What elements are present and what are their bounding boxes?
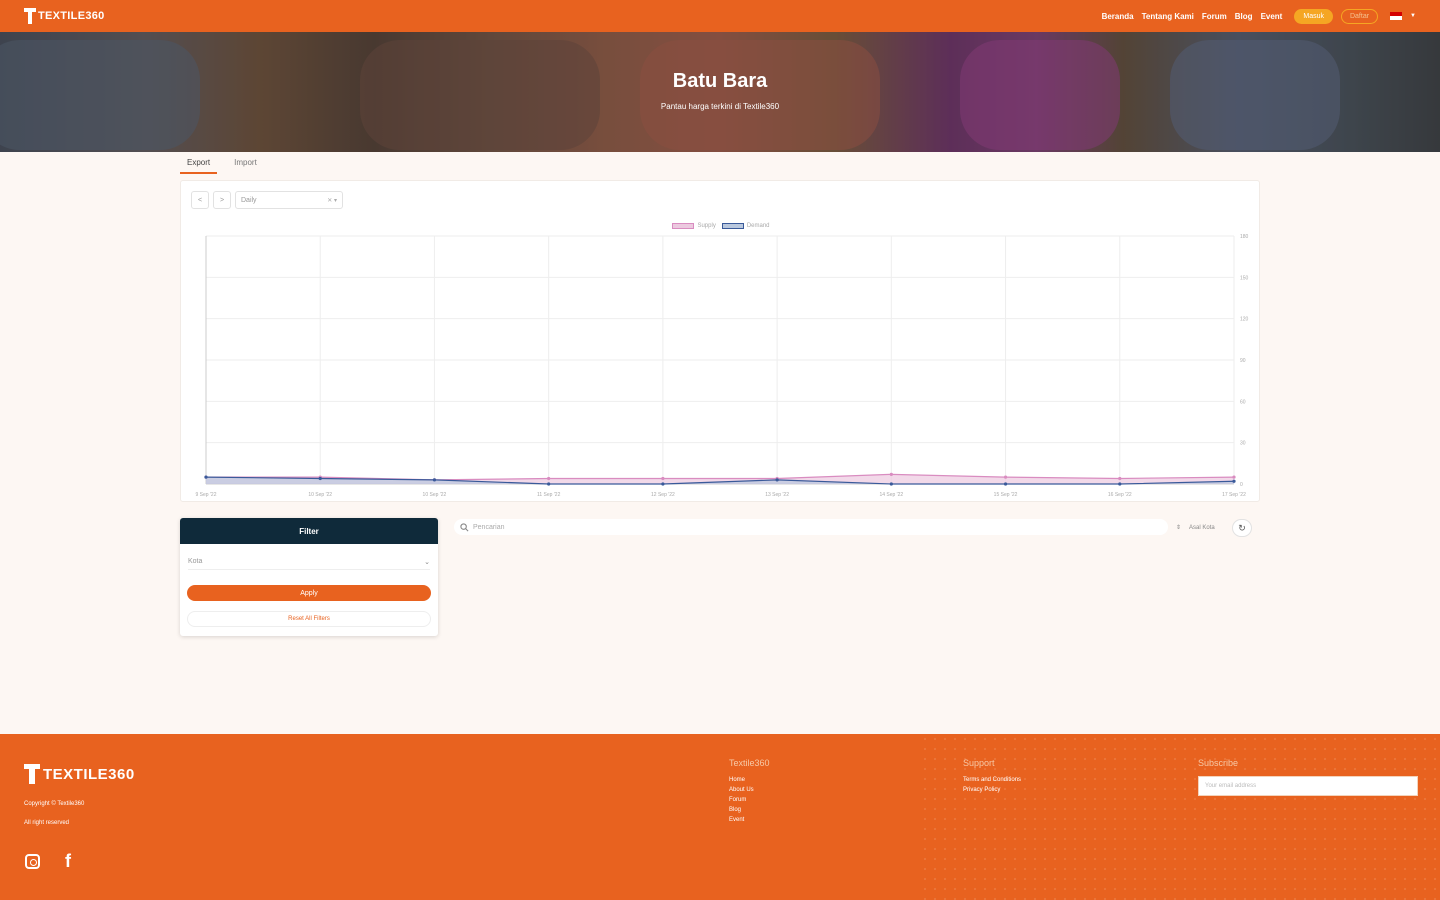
- sort-label: Asal Kota: [1189, 524, 1215, 531]
- y-tick-label: 150: [1240, 275, 1249, 281]
- hero-banner: Batu Bara Pantau harga terkini di Textil…: [0, 32, 1440, 152]
- x-tick-label: 12 Sep '22: [651, 492, 675, 498]
- x-tick-label: 17 Sep '22: [1222, 492, 1246, 498]
- x-tick-label: 13 Sep '22: [765, 492, 789, 498]
- chevron-down-icon: ⌄: [424, 558, 430, 566]
- x-tick-label: 16 Sep '22: [1108, 492, 1132, 498]
- register-button[interactable]: Daftar: [1340, 8, 1379, 24]
- brand-name: TEXTILE360: [38, 10, 105, 22]
- filter-title: Filter: [180, 518, 438, 544]
- data-point-supply: [1232, 475, 1236, 479]
- data-point-demand: [318, 476, 322, 481]
- subscribe-placeholder: Your email address: [1205, 783, 1257, 789]
- data-point-demand: [1003, 482, 1008, 486]
- footer-rights: All right reserved: [24, 820, 70, 826]
- y-tick-label: 90: [1240, 358, 1246, 364]
- top-navbar: TEXTILE360 Beranda Tentang Kami Forum Bl…: [0, 0, 1440, 32]
- footer-link-about-us[interactable]: About Us: [729, 787, 754, 793]
- footer-link-privacy[interactable]: Privacy Policy: [963, 787, 1021, 793]
- footer-link-home[interactable]: Home: [729, 777, 754, 783]
- reset-filters-button[interactable]: Reset All Filters: [187, 611, 431, 627]
- y-tick-label: 0: [1240, 482, 1243, 488]
- footer-links-support: Terms and Conditions Privacy Policy: [963, 777, 1021, 793]
- page-title: Batu Bara: [672, 70, 768, 92]
- footer-links-textile360: Home About Us Forum Blog Event: [729, 777, 754, 823]
- logo-icon: [24, 8, 36, 24]
- footer-col-title-subscribe: Subscribe: [1198, 758, 1239, 768]
- footer-link-forum[interactable]: Forum: [729, 797, 754, 803]
- footer-logo[interactable]: TEXTILE360: [24, 764, 135, 784]
- login-button[interactable]: Masuk: [1294, 8, 1333, 24]
- data-point-demand: [432, 478, 437, 482]
- x-tick-label: 10 Sep '22: [423, 492, 447, 498]
- search-input[interactable]: Pencarian: [454, 519, 1168, 535]
- instagram-icon[interactable]: [24, 852, 40, 870]
- nav-link-beranda[interactable]: Beranda: [1102, 12, 1134, 21]
- x-tick-label: 9 Sep '22: [196, 492, 217, 498]
- data-point-supply: [889, 472, 893, 476]
- x-tick-label: 15 Sep '22: [994, 492, 1018, 498]
- apply-filter-button[interactable]: Apply: [187, 585, 431, 601]
- data-point-demand: [547, 482, 551, 486]
- y-tick-label: 180: [1240, 234, 1249, 240]
- footer-col-title-support: Support: [963, 758, 995, 768]
- data-point-supply: [547, 476, 551, 481]
- nav-menu: Beranda Tentang Kami Forum Blog Event Ma…: [1102, 8, 1416, 24]
- x-tick-label: 11 Sep '22: [537, 492, 561, 498]
- footer-copyright: Copyright © Textile360: [24, 801, 85, 807]
- nav-link-event[interactable]: Event: [1261, 12, 1283, 21]
- data-point-demand: [889, 482, 893, 486]
- y-tick-label: 120: [1240, 317, 1249, 323]
- nav-link-forum[interactable]: Forum: [1202, 12, 1227, 21]
- y-tick-label: 60: [1240, 399, 1246, 405]
- filter-panel: Filter Kota ⌄ Apply Reset All Filters: [180, 518, 438, 636]
- chart-card: < > Daily ✕ ▾ Supply Demand 0 30 60 90 120 15…: [180, 180, 1260, 502]
- sort-icon: ⇕: [1176, 525, 1182, 531]
- refresh-button[interactable]: ↻: [1232, 519, 1252, 537]
- x-tick-label: 14 Sep '22: [879, 492, 903, 498]
- refresh-icon: ↻: [1238, 522, 1246, 533]
- data-point-demand: [1118, 482, 1122, 486]
- footer-brand-name: TEXTILE360: [43, 765, 135, 783]
- chevron-down-icon[interactable]: ▼: [1410, 13, 1416, 19]
- export-import-tabs: Export Import: [180, 152, 264, 174]
- data-point-demand: [661, 482, 665, 486]
- brand-logo[interactable]: TEXTILE360: [24, 8, 105, 24]
- nav-link-blog[interactable]: Blog: [1235, 12, 1253, 21]
- footer-dot-pattern: [920, 734, 1440, 900]
- search-icon: [460, 522, 469, 531]
- city-filter-select[interactable]: Kota ⌄: [188, 554, 430, 570]
- data-point-demand: [775, 478, 779, 482]
- data-point-supply: [1003, 475, 1008, 479]
- facebook-icon[interactable]: f: [60, 851, 76, 871]
- subscribe-email-input[interactable]: Your email address: [1198, 776, 1418, 796]
- city-filter-placeholder: Kota: [188, 558, 203, 565]
- indonesia-flag-icon[interactable]: [1390, 12, 1403, 20]
- footer: TEXTILE360 Copyright © Textile360 All ri…: [0, 734, 1440, 900]
- data-point-demand: [204, 475, 208, 479]
- data-point-supply: [1118, 476, 1122, 481]
- search-placeholder: Pencarian: [473, 523, 505, 531]
- price-chart: 0 30 60 90 120 150 180 9 Sep '22 10 Sep '22 10 Se…: [196, 234, 1249, 498]
- footer-col-title-textile360: Textile360: [729, 758, 770, 768]
- footer-link-event[interactable]: Event: [729, 817, 754, 823]
- sort-control[interactable]: ⇕ Asal Kota: [1176, 524, 1215, 532]
- data-point-supply: [661, 476, 665, 481]
- x-tick-label: 10 Sep '22: [308, 492, 332, 498]
- tab-export[interactable]: Export: [180, 152, 218, 174]
- footer-link-terms[interactable]: Terms and Conditions: [963, 777, 1021, 783]
- page-subtitle: Pantau harga terkini di Textile360: [660, 102, 780, 111]
- logo-icon: [24, 764, 40, 784]
- data-point-demand: [1232, 479, 1236, 483]
- y-tick-label: 30: [1240, 441, 1246, 447]
- nav-link-tentang-kami[interactable]: Tentang Kami: [1142, 12, 1194, 21]
- footer-link-blog[interactable]: Blog: [729, 807, 754, 813]
- tab-import[interactable]: Import: [227, 152, 264, 174]
